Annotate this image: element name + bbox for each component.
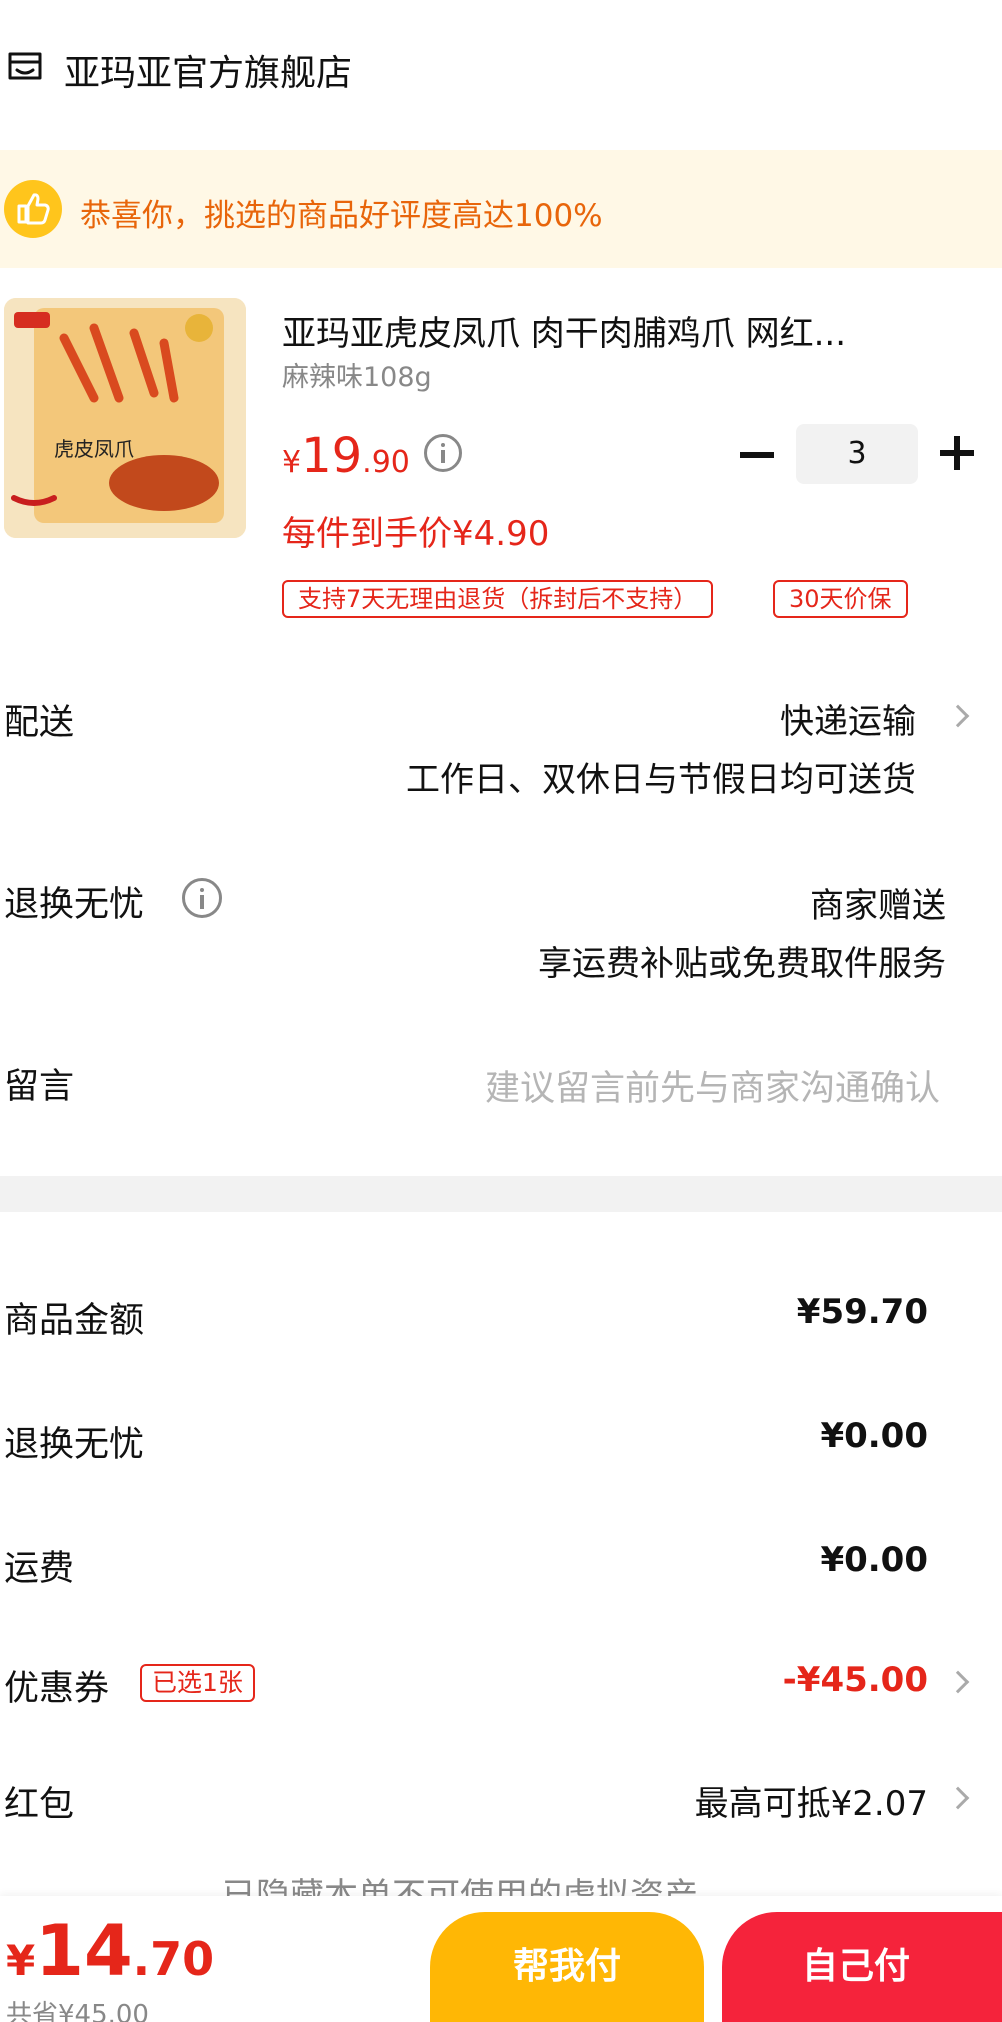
goods-amount-label: 商品金额 bbox=[4, 1301, 145, 1341]
delivery-note: 工作日、双休日与节假日均可送货 bbox=[406, 760, 916, 800]
message-label: 留言 bbox=[4, 1067, 75, 1107]
delivery-label: 配送 bbox=[4, 703, 75, 743]
total-decimal: .70 bbox=[132, 1932, 215, 1986]
total-price: ¥14.70 bbox=[6, 1910, 214, 1992]
quantity-increase-button[interactable] bbox=[940, 436, 974, 470]
store-icon bbox=[8, 52, 42, 80]
return-fee-label: 退换无忧 bbox=[4, 1425, 145, 1465]
section-divider bbox=[0, 1176, 1002, 1212]
goods-amount-value: ¥59.70 bbox=[796, 1292, 928, 1332]
banner-text: 恭喜你，挑选的商品好评度高达100% bbox=[80, 198, 603, 234]
coupon-badge[interactable]: 已选1张 bbox=[140, 1664, 255, 1702]
product-spec[interactable]: 麻辣味108g bbox=[282, 355, 432, 394]
self-pay-button[interactable]: 自己付 bbox=[722, 1912, 1002, 2022]
svg-text:虎皮凤爪: 虎皮凤爪 bbox=[54, 437, 134, 461]
product-image[interactable]: 虎皮凤爪 bbox=[4, 298, 246, 538]
unit-price: 每件到手价¥4.90 bbox=[282, 514, 550, 554]
return-service-label: 退换无忧 bbox=[4, 885, 145, 925]
quantity-decrease-button[interactable] bbox=[740, 452, 774, 458]
price-info-icon[interactable] bbox=[424, 434, 462, 472]
coupon-chevron-icon[interactable] bbox=[946, 1670, 970, 1694]
shipping-value: ¥0.00 bbox=[820, 1540, 928, 1580]
price-decimal: .90 bbox=[362, 445, 410, 480]
total-currency: ¥ bbox=[6, 1936, 36, 1985]
total-integer: 14 bbox=[35, 1910, 133, 1992]
product-price: ¥19.90 bbox=[282, 428, 410, 484]
price-integer: 19 bbox=[301, 428, 363, 484]
shipping-label: 运费 bbox=[4, 1549, 75, 1589]
help-pay-button[interactable]: 帮我付 bbox=[430, 1912, 704, 2022]
coupon-value[interactable]: -¥45.00 bbox=[783, 1660, 928, 1700]
store-header[interactable]: 亚玛亚官方旗舰店 bbox=[0, 0, 1002, 140]
redpacket-chevron-icon[interactable] bbox=[946, 1786, 970, 1810]
thumbs-up-icon bbox=[4, 180, 62, 238]
store-name[interactable]: 亚玛亚官方旗舰店 bbox=[64, 44, 352, 96]
return-service-value: 商家赠送 bbox=[810, 886, 946, 926]
price-protection-tag: 30天价保 bbox=[773, 580, 908, 618]
quantity-input[interactable]: 3 bbox=[796, 424, 918, 484]
message-input[interactable]: 建议留言前先与商家沟通确认 bbox=[485, 1060, 940, 1111]
redpacket-label: 红包 bbox=[4, 1785, 75, 1825]
return-service-note: 享运费补贴或免费取件服务 bbox=[538, 944, 946, 984]
return-fee-value: ¥0.00 bbox=[820, 1416, 928, 1456]
delivery-chevron-icon[interactable] bbox=[946, 704, 970, 728]
saved-amount: 共省¥45.00 bbox=[6, 2000, 149, 2022]
product-title[interactable]: 亚玛亚虎皮凤爪 肉干肉脯鸡爪 网红... bbox=[282, 306, 846, 355]
redpacket-value[interactable]: 最高可抵¥2.07 bbox=[695, 1776, 928, 1825]
price-currency: ¥ bbox=[282, 445, 302, 480]
delivery-method[interactable]: 快递运输 bbox=[780, 694, 916, 743]
return-info-icon[interactable] bbox=[182, 878, 222, 918]
return-policy-tag: 支持7天无理由退货（拆封后不支持） bbox=[282, 580, 714, 618]
coupon-label: 优惠券 bbox=[4, 1669, 110, 1709]
